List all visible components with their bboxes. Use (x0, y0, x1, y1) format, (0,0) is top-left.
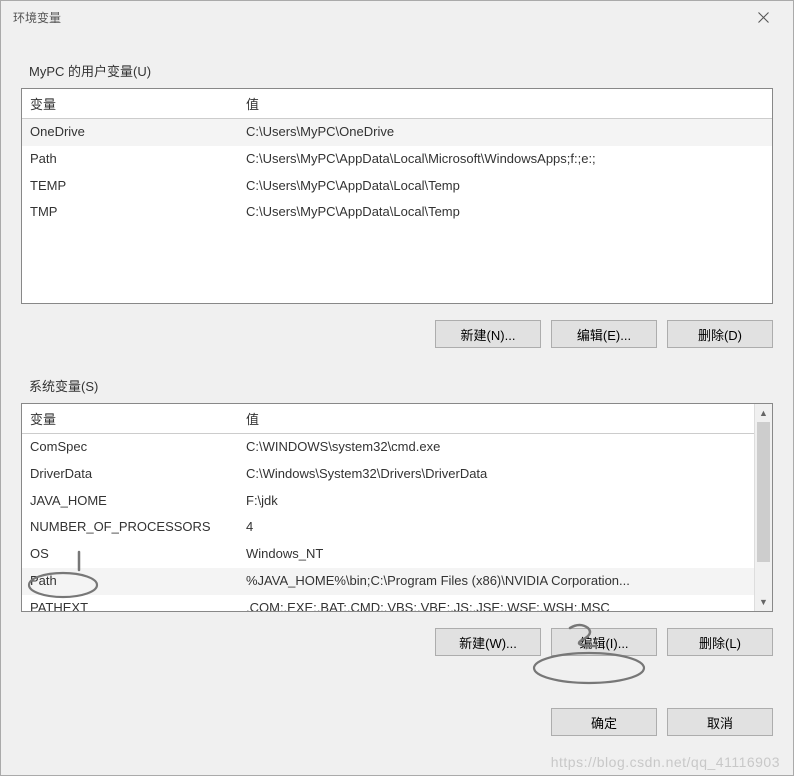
user-edit-button[interactable]: 编辑(E)... (551, 320, 657, 348)
user-vars-table[interactable]: 变量 值 OneDrive C:\Users\MyPC\OneDrive Pat… (22, 89, 772, 226)
system-vars-table[interactable]: 变量 值 ComSpec C:\WINDOWS\system32\cmd.exe… (22, 404, 754, 611)
table-row[interactable]: NUMBER_OF_PROCESSORS 4 (22, 514, 754, 541)
titlebar: 环境变量 (1, 1, 793, 33)
col-header-value[interactable]: 值 (238, 404, 754, 434)
scroll-up-icon[interactable] (755, 404, 772, 422)
col-header-value[interactable]: 值 (238, 89, 772, 119)
table-row[interactable]: JAVA_HOME F:\jdk (22, 488, 754, 515)
table-row[interactable]: DriverData C:\Windows\System32\Drivers\D… (22, 461, 754, 488)
system-delete-button[interactable]: 删除(L) (667, 628, 773, 656)
system-new-button[interactable]: 新建(W)... (435, 628, 541, 656)
table-row[interactable]: TEMP C:\Users\MyPC\AppData\Local\Temp (22, 173, 772, 200)
close-button[interactable] (743, 3, 783, 31)
system-vars-label: 系统变量(S) (29, 376, 773, 395)
env-variables-dialog: 环境变量 MyPC 的用户变量(U) 变量 值 OneDriv (0, 0, 794, 776)
col-header-variable[interactable]: 变量 (22, 89, 238, 119)
table-row[interactable]: OS Windows_NT (22, 541, 754, 568)
user-vars-panel: 变量 值 OneDrive C:\Users\MyPC\OneDrive Pat… (21, 88, 773, 304)
user-vars-label: MyPC 的用户变量(U) (29, 61, 773, 80)
table-row[interactable]: ComSpec C:\WINDOWS\system32\cmd.exe (22, 434, 754, 461)
scroll-thumb[interactable] (757, 422, 770, 562)
table-row[interactable]: Path C:\Users\MyPC\AppData\Local\Microso… (22, 146, 772, 173)
user-delete-button[interactable]: 删除(D) (667, 320, 773, 348)
col-header-variable[interactable]: 变量 (22, 404, 238, 434)
table-row[interactable]: Path %JAVA_HOME%\bin;C:\Program Files (x… (22, 568, 754, 595)
window-title: 环境变量 (13, 9, 61, 26)
table-row[interactable]: OneDrive C:\Users\MyPC\OneDrive (22, 119, 772, 146)
system-vars-buttons: 新建(W)... 编辑(I)... 删除(L) (21, 628, 773, 656)
scroll-down-icon[interactable] (755, 593, 772, 611)
system-edit-button[interactable]: 编辑(I)... (551, 628, 657, 656)
ok-button[interactable]: 确定 (551, 708, 657, 736)
table-row[interactable]: PATHEXT .COM;.EXE;.BAT;.CMD;.VBS;.VBE;.J… (22, 595, 754, 611)
system-vars-panel: 变量 值 ComSpec C:\WINDOWS\system32\cmd.exe… (21, 403, 773, 612)
scrollbar[interactable] (754, 404, 772, 611)
cancel-button[interactable]: 取消 (667, 708, 773, 736)
close-icon (758, 12, 769, 23)
user-vars-buttons: 新建(N)... 编辑(E)... 删除(D) (21, 320, 773, 348)
dialog-buttons: 确定 取消 (1, 708, 793, 754)
user-new-button[interactable]: 新建(N)... (435, 320, 541, 348)
table-row[interactable]: TMP C:\Users\MyPC\AppData\Local\Temp (22, 199, 772, 226)
dialog-content: MyPC 的用户变量(U) 变量 值 OneDrive C:\Users\MyP… (1, 33, 793, 668)
